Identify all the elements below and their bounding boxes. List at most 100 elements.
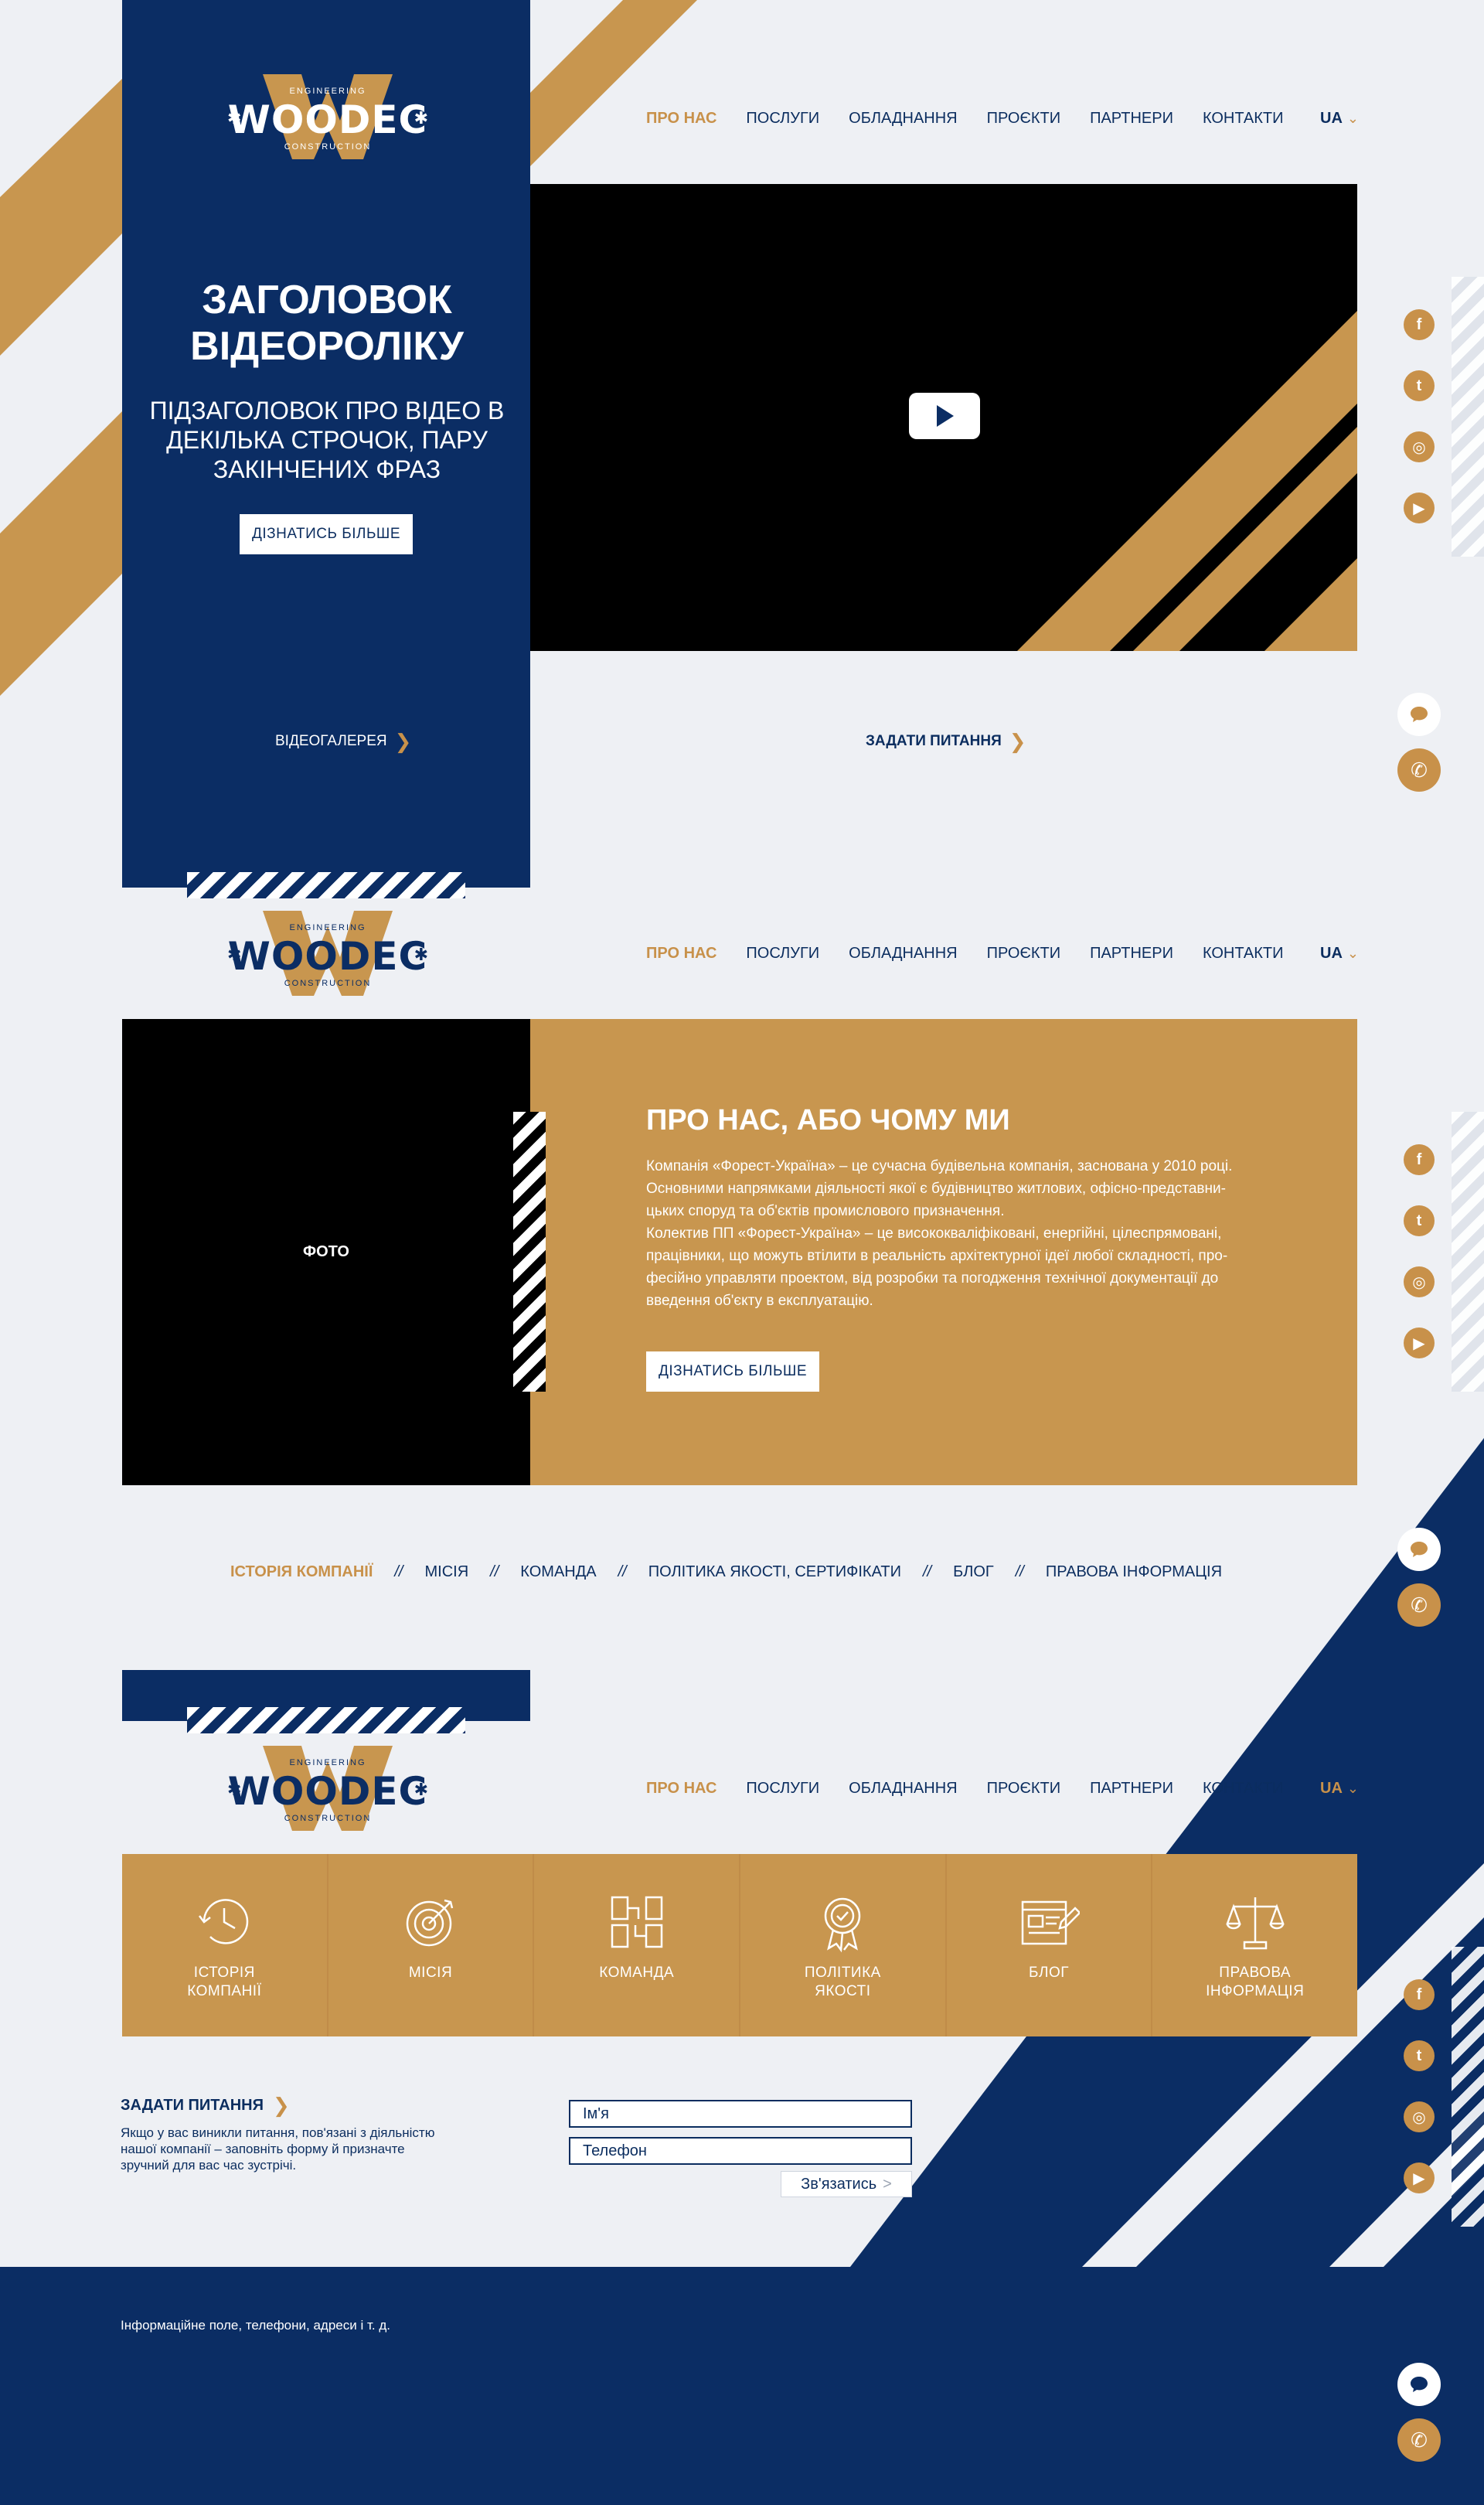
facebook-icon[interactable]: f [1404,309,1435,340]
footer-info: Інформаційне поле, телефони, адреси і т.… [121,2318,390,2333]
phone-icon: ✆ [1411,1593,1428,1617]
nav-item-projects[interactable]: ПРОЄКТИ [987,110,1060,128]
nav-item-partners[interactable]: ПАРТНЕРИ [1090,945,1173,963]
subnav-item-blog[interactable]: БЛОГ [953,1563,994,1581]
subnav-item-quality[interactable]: ПОЛІТИКА ЯКОСТІ, СЕРТИФІКАТИ [648,1563,901,1581]
youtube-icon[interactable]: ▶ [1404,492,1435,523]
nav-item-services[interactable]: ПОСЛУГИ [746,1780,819,1798]
nav-item-partners[interactable]: ПАРТНЕРИ [1090,110,1173,128]
video-gallery-label: ВІДЕОГАЛЕРЕЯ [275,733,387,749]
nav-item-about[interactable]: ПРО НАС [646,110,716,128]
nav-item-equipment[interactable]: ОБЛАДНАННЯ [849,1780,957,1798]
star-icon: ✱ [414,108,428,128]
feature-team[interactable]: КОМАНДА [534,1854,741,2036]
instagram-icon[interactable]: ◎ [1404,2101,1435,2132]
feature-blog[interactable]: БЛОГ [947,1854,1153,2036]
subnav-separator: // [490,1563,499,1580]
instagram-icon[interactable]: ◎ [1404,1266,1435,1297]
twitter-icon[interactable]: t [1404,370,1435,401]
submit-label: Зв'язатись [801,2175,877,2193]
logo-wordmark: WOODEC [227,97,428,142]
chat-bubble-icon [1411,2377,1428,2392]
youtube-icon[interactable]: ▶ [1404,1327,1435,1358]
nav-item-about[interactable]: ПРО НАС [646,1780,716,1798]
play-icon [937,405,954,427]
phone-field[interactable]: Телефон [569,2137,912,2165]
facebook-icon[interactable]: f [1404,1979,1435,2010]
about-learn-more-button[interactable]: ДІЗНАТИСЬ БІЛЬШЕ [646,1351,819,1392]
phone-button[interactable]: ✆ [1397,2418,1441,2462]
language-selector[interactable]: UA ⌄ [1320,1780,1359,1798]
chat-bubble-icon [1411,1542,1428,1557]
logo-tagline-top: ENGINEERING [289,1758,366,1767]
chevron-down-icon: ⌄ [1346,946,1359,961]
chevron-right-icon: ❯ [394,730,412,753]
youtube-icon[interactable]: ▶ [1404,2162,1435,2193]
feature-legal[interactable]: ПРАВОВА ІНФОРМАЦІЯ [1152,1854,1357,2036]
feature-label: ПРАВОВА ІНФОРМАЦІЯ [1206,1965,1305,1999]
logo-tagline-top: ENGINEERING [289,87,366,96]
video-player[interactable] [530,184,1357,651]
side-stripe-decoration [1452,1947,1484,2227]
language-selector[interactable]: UA ⌄ [1320,945,1359,963]
footer [0,2267,1484,2505]
main-nav: ПРО НАС ПОСЛУГИ ОБЛАДНАННЯ ПРОЄКТИ ПАРТН… [646,103,1313,134]
logo-tagline-bottom: CONSTRUCTION [284,1814,372,1823]
subnav-item-mission[interactable]: МІСІЯ [425,1563,469,1581]
ask-question-link[interactable]: ЗАДАТИ ПИТАННЯ ❯ [866,731,1026,752]
language-label: UA [1320,1780,1343,1797]
nav-item-about[interactable]: ПРО НАС [646,945,716,963]
instagram-icon[interactable]: ◎ [1404,431,1435,462]
nav-item-contacts[interactable]: КОНТАКТИ [1203,110,1284,128]
feature-quality[interactable]: ПОЛІТИКА ЯКОСТІ [740,1854,947,2036]
about-text: Компанія «Форест-Україна» – це сучасна б… [646,1158,1233,1309]
nav-item-services[interactable]: ПОСЛУГИ [746,945,819,963]
facebook-icon[interactable]: f [1404,1144,1435,1175]
about-subnav: ІСТОРІЯ КОМПАНІЇ // МІСІЯ // КОМАНДА // … [230,1563,1222,1581]
logo-tagline-bottom: CONSTRUCTION [284,979,372,988]
nav-item-projects[interactable]: ПРОЄКТИ [987,1780,1060,1798]
name-field[interactable]: Ім'я [569,2100,912,2128]
logo-tagline-bottom: CONSTRUCTION [284,142,372,152]
chat-button[interactable] [1397,1528,1441,1571]
video-gallery-link[interactable]: ВІДЕОГАЛЕРЕЯ ❯ [275,730,412,753]
about-title: ПРО НАС, АБО ЧОМУ МИ [646,1104,1010,1137]
award-badge-icon [825,1897,861,1953]
language-selector[interactable]: UA ⌄ [1320,110,1359,128]
subnav-separator: // [394,1563,403,1580]
chat-button[interactable] [1397,2363,1441,2406]
feature-label: МІСІЯ [408,1965,453,1981]
logo[interactable]: ENGINEERING ✱ WOODEC ✱ CONSTRUCTION [227,911,428,996]
target-icon [406,1899,454,1947]
team-hands-icon [611,1896,662,1948]
play-button[interactable] [909,393,980,439]
twitter-icon[interactable]: t [1404,1205,1435,1236]
subnav-item-legal[interactable]: ПРАВОВА ІНФОРМАЦІЯ [1046,1563,1222,1581]
subnav-item-history[interactable]: ІСТОРІЯ КОМПАНІЇ [230,1563,373,1581]
phone-button[interactable]: ✆ [1397,748,1441,792]
phone-button[interactable]: ✆ [1397,1583,1441,1627]
logo[interactable]: ENGINEERING ✱ WOODEC ✱ CONSTRUCTION [227,74,428,159]
feature-mission[interactable]: МІСІЯ [328,1854,535,2036]
nav-item-projects[interactable]: ПРОЄКТИ [987,945,1060,963]
nav-item-contacts[interactable]: КОНТАКТИ [1203,1780,1284,1798]
logo[interactable]: ENGINEERING ✱ WOODEC ✱ CONSTRUCTION [227,1746,428,1831]
contact-title-label: ЗАДАТИ ПИТАННЯ [121,2097,264,2114]
nav-item-equipment[interactable]: ОБЛАДНАННЯ [849,945,957,963]
feature-label: КОМАНДА [599,1965,675,1981]
chat-button[interactable] [1397,693,1441,736]
phone-icon: ✆ [1411,2428,1428,2452]
feature-history[interactable]: ІСТОРІЯ КОМПАНІЇ [122,1854,328,2036]
nav-item-equipment[interactable]: ОБЛАДНАННЯ [849,110,957,128]
main-nav: ПРО НАС ПОСЛУГИ ОБЛАДНАННЯ ПРОЄКТИ ПАРТН… [646,1773,1313,1804]
nav-item-contacts[interactable]: КОНТАКТИ [1203,945,1284,963]
contact-submit-button[interactable]: Зв'язатись > [781,2171,912,2197]
nav-item-services[interactable]: ПОСЛУГИ [746,110,819,128]
subnav-item-team[interactable]: КОМАНДА [520,1563,596,1581]
phone-icon: ✆ [1411,758,1428,782]
feature-label: ПОЛІТИКА ЯКОСТІ [804,1965,881,1999]
twitter-icon[interactable]: t [1404,2040,1435,2071]
nav-item-partners[interactable]: ПАРТНЕРИ [1090,1780,1173,1798]
hero-learn-more-button[interactable]: ДІЗНАТИСЬ БІЛЬШЕ [240,514,413,554]
language-label: UA [1320,110,1343,127]
